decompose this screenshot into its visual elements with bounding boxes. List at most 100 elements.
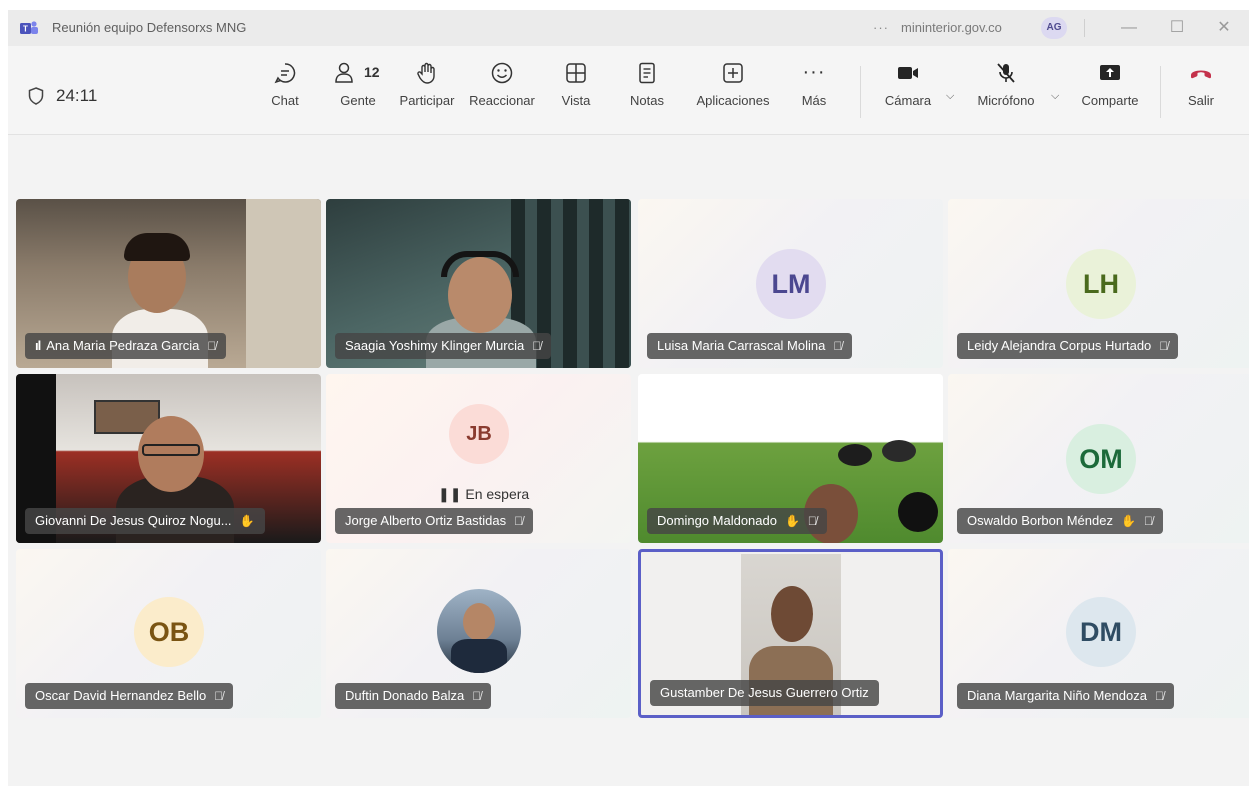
grid-view-icon	[566, 63, 586, 83]
view-label: Vista	[561, 93, 591, 108]
camera-icon	[898, 67, 918, 79]
participant-name-tag: Giovanni De Jesus Quiroz Nogu... ✋	[25, 508, 265, 534]
apps-button[interactable]: Aplicaciones	[688, 62, 778, 122]
more-dots-icon: ···	[802, 61, 826, 83]
teams-window: T Reunión equipo Defensorxs MNG ··· mini…	[8, 10, 1249, 786]
chat-icon	[274, 63, 296, 84]
maximize-button[interactable]: ☐	[1157, 14, 1197, 42]
smiley-icon	[491, 62, 513, 84]
notes-button[interactable]: Notas	[626, 62, 668, 122]
mic-off-icon: 🎙̸	[1159, 339, 1169, 353]
raise-hand-icon	[417, 62, 435, 84]
chat-button[interactable]: Chat	[260, 62, 310, 122]
pause-icon: ❚❚	[438, 486, 462, 502]
mic-off-icon: 🎙̸	[472, 689, 482, 703]
participant-avatar: OM	[1066, 424, 1136, 494]
participant-tile[interactable]: DM Diana Margarita Niño Mendoza 🎙̸	[948, 549, 1249, 718]
close-button[interactable]: ✕	[1204, 14, 1244, 42]
mic-off-icon: 🎙̸	[514, 514, 524, 528]
notes-label: Notas	[630, 93, 664, 108]
participant-tile[interactable]: LM Luisa Maria Carrascal Molina 🎙̸	[638, 199, 943, 368]
view-button[interactable]: Vista	[556, 62, 596, 122]
leave-label: Salir	[1187, 93, 1214, 108]
raised-hand-icon: ✋	[1120, 514, 1136, 528]
notes-icon	[639, 62, 655, 84]
mic-off-icon: 🎙̸	[207, 339, 217, 353]
mic-off-icon: 🎙̸	[833, 339, 843, 353]
participant-tile-active-speaker[interactable]: Gustamber De Jesus Guerrero Ortiz	[638, 549, 943, 718]
participant-name-tag: Saagia Yoshimy Klinger Murcia 🎙̸	[335, 333, 552, 359]
participant-tile[interactable]: ıl Ana Maria Pedraza Garcia 🎙̸	[16, 199, 321, 368]
chat-label: Chat	[271, 93, 299, 108]
apps-label: Aplicaciones	[696, 93, 770, 108]
on-hold-status: ❚❚ En espera	[438, 486, 530, 502]
participant-photo	[437, 589, 521, 673]
share-screen-icon	[1100, 65, 1120, 80]
participant-avatar: OB	[134, 597, 204, 667]
participant-tile[interactable]: Domingo Maldonado ✋ 🎙̸	[638, 374, 943, 543]
account-avatar[interactable]: AG	[1041, 17, 1067, 39]
participant-name-tag: Luisa Maria Carrascal Molina 🎙̸	[647, 333, 853, 359]
participant-avatar: LM	[756, 249, 826, 319]
minimize-button[interactable]: —	[1109, 14, 1149, 42]
leave-button[interactable]: Salir	[1180, 62, 1222, 122]
meeting-toolbar: 24:11 Chat 12 Gente Participar Reacciona…	[8, 46, 1249, 135]
people-button[interactable]: 12 Gente	[330, 62, 386, 122]
teams-logo-icon: T	[20, 21, 38, 34]
camera-options-chevron-icon[interactable]: ⌵	[946, 90, 954, 103]
raise-hand-label: Participar	[399, 93, 455, 108]
participant-tile[interactable]: Saagia Yoshimy Klinger Murcia 🎙̸	[326, 199, 631, 368]
account-domain: mininterior.gov.co	[901, 20, 1002, 35]
participant-name-tag: Jorge Alberto Ortiz Bastidas 🎙̸	[335, 508, 534, 534]
microphone-label: Micrófono	[977, 93, 1035, 108]
svg-text:T: T	[23, 25, 28, 34]
people-count: 12	[364, 64, 380, 80]
react-button[interactable]: Reaccionar	[466, 62, 538, 122]
shield-icon	[28, 87, 44, 105]
signal-icon: ıl	[35, 338, 41, 353]
toolbar-divider	[860, 66, 861, 118]
participant-tile[interactable]: Duftin Donado Balza 🎙̸	[326, 549, 631, 718]
mic-off-icon: 🎙̸	[1143, 514, 1153, 528]
participant-avatar: LH	[1066, 249, 1136, 319]
glasses-icon	[142, 444, 200, 456]
mic-off-icon: 🎙̸	[807, 514, 817, 528]
participant-name-tag: ıl Ana Maria Pedraza Garcia 🎙̸	[25, 333, 227, 359]
participant-tile[interactable]: Giovanni De Jesus Quiroz Nogu... ✋	[16, 374, 321, 543]
add-app-icon	[723, 63, 743, 83]
microphone-button[interactable]: Micrófono	[970, 62, 1042, 122]
participant-tile[interactable]: JB ❚❚ En espera Jorge Alberto Ortiz Bast…	[326, 374, 631, 543]
title-divider	[1084, 19, 1085, 37]
headphones-icon	[441, 251, 519, 277]
raised-hand-icon: ✋	[239, 514, 255, 528]
react-label: Reaccionar	[469, 93, 535, 108]
participant-name-tag: Oscar David Hernandez Bello 🎙̸	[25, 683, 234, 709]
more-label: Más	[801, 93, 827, 108]
title-bar: T Reunión equipo Defensorxs MNG ··· mini…	[8, 10, 1249, 46]
raise-hand-button[interactable]: Participar	[394, 62, 460, 122]
participant-tile[interactable]: OM Oswaldo Borbon Méndez ✋ 🎙̸	[948, 374, 1249, 543]
participant-tile[interactable]: OB Oscar David Hernandez Bello 🎙̸	[16, 549, 321, 718]
participant-name-tag: Gustamber De Jesus Guerrero Ortiz	[650, 680, 879, 706]
mic-off-icon	[997, 63, 1015, 83]
window-title: Reunión equipo Defensorxs MNG	[52, 20, 247, 35]
people-icon	[335, 62, 353, 83]
participant-name-tag: Leidy Alejandra Corpus Hurtado 🎙̸	[957, 333, 1179, 359]
hang-up-icon	[1191, 70, 1211, 79]
more-button[interactable]: ··· Más	[794, 62, 834, 122]
mic-off-icon: 🎙̸	[214, 689, 224, 703]
more-options-icon[interactable]: ···	[873, 20, 889, 35]
participant-name-tag: Domingo Maldonado ✋ 🎙̸	[647, 508, 827, 534]
camera-label: Cámara	[884, 93, 932, 108]
share-button[interactable]: Comparte	[1078, 62, 1142, 122]
participant-name-tag: Duftin Donado Balza 🎙̸	[335, 683, 492, 709]
participant-avatar: DM	[1066, 597, 1136, 667]
participant-tile[interactable]: LH Leidy Alejandra Corpus Hurtado 🎙̸	[948, 199, 1249, 368]
microphone-options-chevron-icon[interactable]: ⌵	[1051, 90, 1059, 103]
raised-hand-icon: ✋	[784, 514, 800, 528]
participant-avatar: JB	[449, 404, 509, 464]
participant-name-tag: Diana Margarita Niño Mendoza 🎙̸	[957, 683, 1174, 709]
camera-button[interactable]: Cámara	[878, 62, 938, 122]
meeting-timer: 24:11	[56, 86, 98, 105]
share-label: Comparte	[1081, 93, 1139, 108]
